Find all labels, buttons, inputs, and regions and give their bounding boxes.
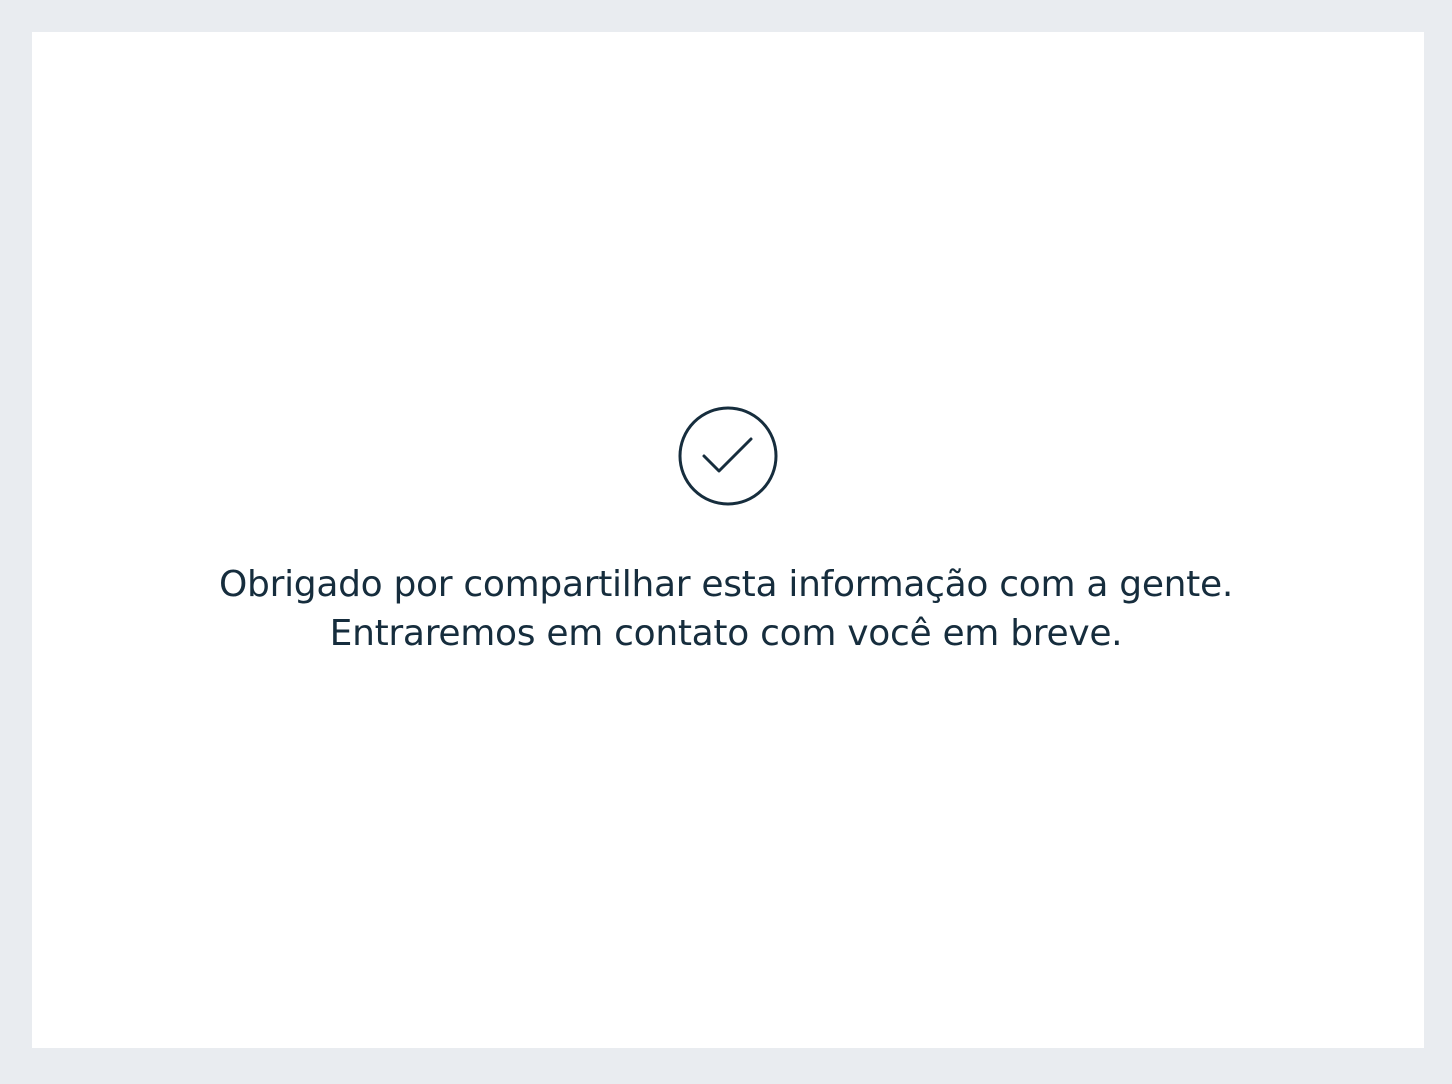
confirmation-message-line-2: Entraremos em contato com você em breve. bbox=[329, 613, 1123, 654]
confirmation-card bbox=[32, 32, 1424, 1048]
check-circle-icon bbox=[677, 405, 779, 507]
confirmation-message: Obrigado por compartilhar esta informaçã… bbox=[0, 560, 1452, 658]
confirmation-message-line-1: Obrigado por compartilhar esta informaçã… bbox=[218, 564, 1233, 605]
